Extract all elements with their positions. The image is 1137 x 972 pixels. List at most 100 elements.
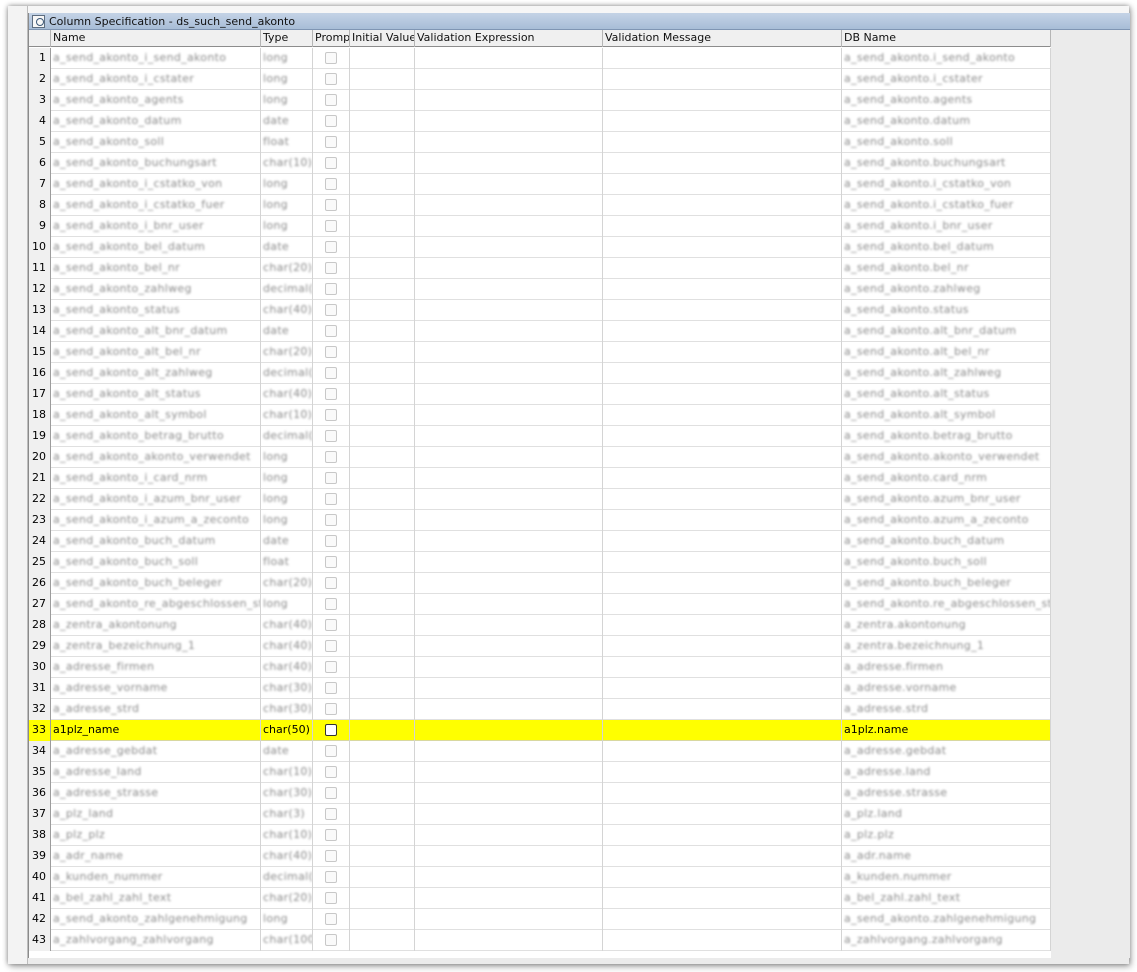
table-row[interactable]: 7 a_send_akonto_i_cstatko_von long a_send_a… bbox=[29, 174, 1051, 195]
table-row[interactable]: 21 a_send_akonto_i_card_nrm long a_send_ako… bbox=[29, 468, 1051, 489]
table-row[interactable]: 18 a_send_akonto_alt_symbol char(10) a_send… bbox=[29, 405, 1051, 426]
cell-validation-message[interactable] bbox=[603, 741, 842, 762]
cell-name[interactable]: a_send_akonto_buch_soll bbox=[51, 552, 261, 573]
prompt-checkbox[interactable] bbox=[325, 472, 337, 484]
cell-name[interactable]: a_send_akonto_i_bnr_user bbox=[51, 216, 261, 237]
cell-name[interactable]: a_plz_land bbox=[51, 804, 261, 825]
cell-initial-value[interactable] bbox=[350, 153, 415, 174]
prompt-checkbox[interactable] bbox=[325, 871, 337, 883]
cell-initial-value[interactable] bbox=[350, 279, 415, 300]
cell-initial-value[interactable] bbox=[350, 783, 415, 804]
cell-initial-value[interactable] bbox=[350, 594, 415, 615]
cell-type[interactable]: char(20) bbox=[261, 258, 313, 279]
cell-validation-message[interactable] bbox=[603, 678, 842, 699]
cell-type[interactable]: char(10) bbox=[261, 405, 313, 426]
cell-db-name[interactable]: a_send_akonto.alt_bel_nr bbox=[842, 342, 1051, 363]
prompt-checkbox[interactable] bbox=[325, 388, 337, 400]
cell-validation-message[interactable] bbox=[603, 930, 842, 951]
prompt-checkbox[interactable] bbox=[325, 934, 337, 946]
table-row[interactable]: 20 a_send_akonto_akonto_verwendet long a_se… bbox=[29, 447, 1051, 468]
cell-type[interactable]: long bbox=[261, 48, 313, 69]
cell-db-name[interactable]: a_send_akonto.alt_zahlweg bbox=[842, 363, 1051, 384]
table-row[interactable]: 13 a_send_akonto_status char(40) a_send_ako… bbox=[29, 300, 1051, 321]
cell-validation-expression[interactable] bbox=[415, 930, 603, 951]
cell-type[interactable]: char(30) bbox=[261, 783, 313, 804]
prompt-checkbox[interactable] bbox=[325, 199, 337, 211]
table-row[interactable]: 27 a_send_akonto_re_abgeschlossen_stornol… bbox=[29, 594, 1051, 615]
cell-validation-expression[interactable] bbox=[415, 741, 603, 762]
cell-validation-expression[interactable] bbox=[415, 510, 603, 531]
prompt-checkbox[interactable] bbox=[325, 787, 337, 799]
cell-type[interactable]: long bbox=[261, 447, 313, 468]
table-row-selected[interactable]: 33 a1plz_name char(50) a1plz.name bbox=[29, 720, 1075, 741]
table-row[interactable]: 15 a_send_akonto_alt_bel_nr char(20) a_send… bbox=[29, 342, 1051, 363]
cell-initial-value[interactable] bbox=[350, 447, 415, 468]
cell-prompt[interactable] bbox=[313, 237, 350, 258]
cell-validation-expression[interactable] bbox=[415, 846, 603, 867]
cell-name[interactable]: a_send_akonto_buchungsart bbox=[51, 153, 261, 174]
cell-db-name[interactable]: a_send_akonto.buchungsart bbox=[842, 153, 1051, 174]
cell-type[interactable]: long bbox=[261, 90, 313, 111]
header-db-name[interactable]: DB Name bbox=[842, 30, 1051, 47]
cell-initial-value[interactable] bbox=[350, 237, 415, 258]
cell-validation-expression[interactable] bbox=[415, 342, 603, 363]
prompt-checkbox[interactable] bbox=[325, 304, 337, 316]
cell-prompt[interactable] bbox=[313, 657, 350, 678]
prompt-checkbox[interactable] bbox=[325, 451, 337, 463]
prompt-checkbox[interactable] bbox=[325, 514, 337, 526]
cell-prompt[interactable] bbox=[313, 48, 350, 69]
cell-validation-message[interactable] bbox=[603, 174, 842, 195]
prompt-checkbox[interactable] bbox=[325, 52, 337, 64]
cell-prompt[interactable] bbox=[313, 720, 350, 741]
cell-validation-expression[interactable] bbox=[415, 384, 603, 405]
cell-name[interactable]: a_plz_plz bbox=[51, 825, 261, 846]
cell-db-name[interactable]: a_send_akonto.re_abgeschlossen_storno bbox=[842, 594, 1051, 615]
cell-initial-value[interactable] bbox=[350, 510, 415, 531]
cell-type[interactable]: decimal(2) bbox=[261, 279, 313, 300]
cell-validation-message[interactable] bbox=[603, 783, 842, 804]
cell-prompt[interactable] bbox=[313, 930, 350, 951]
cell-initial-value[interactable] bbox=[350, 384, 415, 405]
table-row[interactable]: 28 a_zentra_akontonung char(40) a_zentra.ak… bbox=[29, 615, 1051, 636]
cell-name[interactable]: a_send_akonto_bel_nr bbox=[51, 258, 261, 279]
table-row[interactable]: 24 a_send_akonto_buch_datum date a_send_ako… bbox=[29, 531, 1051, 552]
cell-name[interactable]: a_send_akonto_i_cstatko_von bbox=[51, 174, 261, 195]
cell-type[interactable]: char(40) bbox=[261, 657, 313, 678]
table-row[interactable]: 29 a_zentra_bezeichnung_1 char(40) a_zentra… bbox=[29, 636, 1051, 657]
cell-name[interactable]: a_send_akonto_i_azum_a_zeconto bbox=[51, 510, 261, 531]
cell-validation-message[interactable] bbox=[603, 153, 842, 174]
cell-prompt[interactable] bbox=[313, 69, 350, 90]
cell-name[interactable]: a_send_akonto_re_abgeschlossen_storno bbox=[51, 594, 261, 615]
cell-validation-message[interactable] bbox=[603, 804, 842, 825]
cell-name[interactable]: a_zahlvorgang_zahlvorgang bbox=[51, 930, 261, 951]
cell-prompt[interactable] bbox=[313, 384, 350, 405]
table-row[interactable]: 39 a_adr_name char(40) a_adr.name bbox=[29, 846, 1051, 867]
cell-validation-message[interactable] bbox=[603, 342, 842, 363]
cell-initial-value[interactable] bbox=[350, 888, 415, 909]
cell-validation-expression[interactable] bbox=[415, 447, 603, 468]
cell-db-name[interactable]: a_send_akonto.azum_bnr_user bbox=[842, 489, 1051, 510]
cell-type[interactable]: long bbox=[261, 489, 313, 510]
cell-type[interactable]: long bbox=[261, 216, 313, 237]
cell-db-name[interactable]: a_send_akonto.datum bbox=[842, 111, 1051, 132]
cell-prompt[interactable] bbox=[313, 405, 350, 426]
cell-initial-value[interactable] bbox=[350, 741, 415, 762]
cell-prompt[interactable] bbox=[313, 111, 350, 132]
cell-db-name[interactable]: a_send_akonto.card_nrm bbox=[842, 468, 1051, 489]
cell-validation-expression[interactable] bbox=[415, 699, 603, 720]
cell-validation-expression[interactable] bbox=[415, 867, 603, 888]
cell-validation-message[interactable] bbox=[603, 216, 842, 237]
cell-db-name[interactable]: a_send_akonto.azum_a_zeconto bbox=[842, 510, 1051, 531]
cell-initial-value[interactable] bbox=[350, 426, 415, 447]
cell-validation-expression[interactable] bbox=[415, 489, 603, 510]
cell-name[interactable]: a_send_akonto_buch_datum bbox=[51, 531, 261, 552]
cell-name[interactable]: a_send_akonto_buch_beleger bbox=[51, 573, 261, 594]
cell-prompt[interactable] bbox=[313, 342, 350, 363]
table-row[interactable]: 25 a_send_akonto_buch_soll float a_send_ako… bbox=[29, 552, 1051, 573]
header-prompt[interactable]: Prompt bbox=[313, 30, 350, 47]
cell-validation-message[interactable] bbox=[603, 762, 842, 783]
cell-initial-value[interactable] bbox=[350, 300, 415, 321]
cell-initial-value[interactable] bbox=[350, 363, 415, 384]
cell-initial-value[interactable] bbox=[350, 573, 415, 594]
cell-db-name[interactable]: a_send_akonto.alt_symbol bbox=[842, 405, 1051, 426]
